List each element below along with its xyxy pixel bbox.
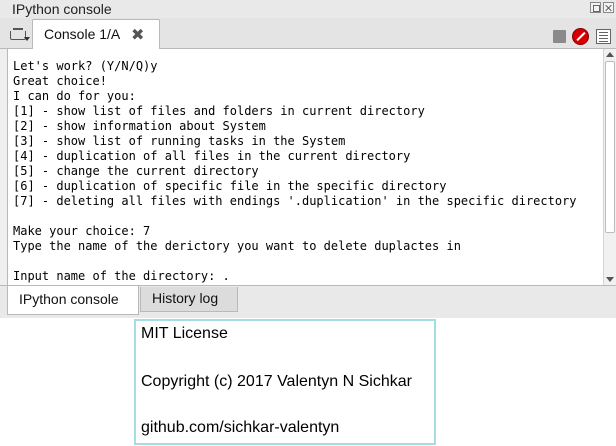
console-line: I can do for you: xyxy=(13,89,136,103)
scrollbar-thumb[interactable] xyxy=(605,61,615,233)
close-pane-icon[interactable] xyxy=(603,2,614,13)
pane-titlebar: IPython console xyxy=(0,0,616,18)
console-text-area[interactable]: Let's work? (Y/N/Q)y Great choice! I can d… xyxy=(7,49,616,285)
scroll-up-arrow-icon[interactable] xyxy=(606,52,614,57)
console-line: [1] - show list of files and folders in … xyxy=(13,104,425,118)
console-line: [2] - show information about System xyxy=(13,119,266,133)
pane-title: IPython console xyxy=(12,1,112,17)
bottom-tab-bar: IPython console History log xyxy=(0,285,616,318)
console-line: Type the name of the derictory you want … xyxy=(13,239,461,253)
scroll-down-arrow-icon[interactable] xyxy=(606,277,614,282)
tab-history-log[interactable]: History log xyxy=(140,287,238,312)
console-line: Input name of the directory: . xyxy=(13,269,230,283)
console-line: Let's work? (Y/N/Q)y xyxy=(13,59,158,73)
vertical-scrollbar[interactable] xyxy=(603,49,616,285)
tab-history-log-label: History log xyxy=(152,290,219,306)
console-output: Let's work? (Y/N/Q)y Great choice! I can d… xyxy=(13,59,603,284)
close-tab-icon[interactable]: ✖ xyxy=(131,25,144,45)
tab-ipython-console-label: IPython console xyxy=(19,291,119,307)
options-menu-icon[interactable] xyxy=(8,25,30,43)
license-github: github.com/sichkar-valentyn xyxy=(141,419,340,436)
console-tab-label: Console 1/A xyxy=(44,26,121,42)
console-line: [3] - show list of running tasks in the … xyxy=(13,134,346,148)
license-title: MIT License xyxy=(141,325,228,342)
undock-icon[interactable] xyxy=(590,2,601,13)
console-tab-bar: Console 1/A ✖ xyxy=(0,18,616,50)
license-box: MIT License Copyright (c) 2017 Valentyn … xyxy=(134,319,436,445)
tab-console-1a[interactable]: Console 1/A ✖ xyxy=(32,19,160,50)
console-line: [6] - duplication of specific file in th… xyxy=(13,179,447,193)
ipython-console-pane: IPython console Console 1/A ✖ Let's work… xyxy=(0,0,616,318)
console-options-icon[interactable] xyxy=(596,29,611,44)
console-line: [4] - duplication of all files in the cu… xyxy=(13,149,411,163)
console-line: Great choice! xyxy=(13,74,107,88)
console-line: [5] - change the current directory xyxy=(13,164,259,178)
interrupt-kernel-icon[interactable] xyxy=(572,28,589,45)
stop-icon[interactable] xyxy=(553,30,566,43)
console-line: [7] - deleting all files with endings '.… xyxy=(13,194,577,208)
tab-ipython-console[interactable]: IPython console xyxy=(7,286,139,315)
license-copyright: Copyright (c) 2017 Valentyn N Sichkar xyxy=(141,373,412,390)
console-line: Make your choice: 7 xyxy=(13,224,151,238)
